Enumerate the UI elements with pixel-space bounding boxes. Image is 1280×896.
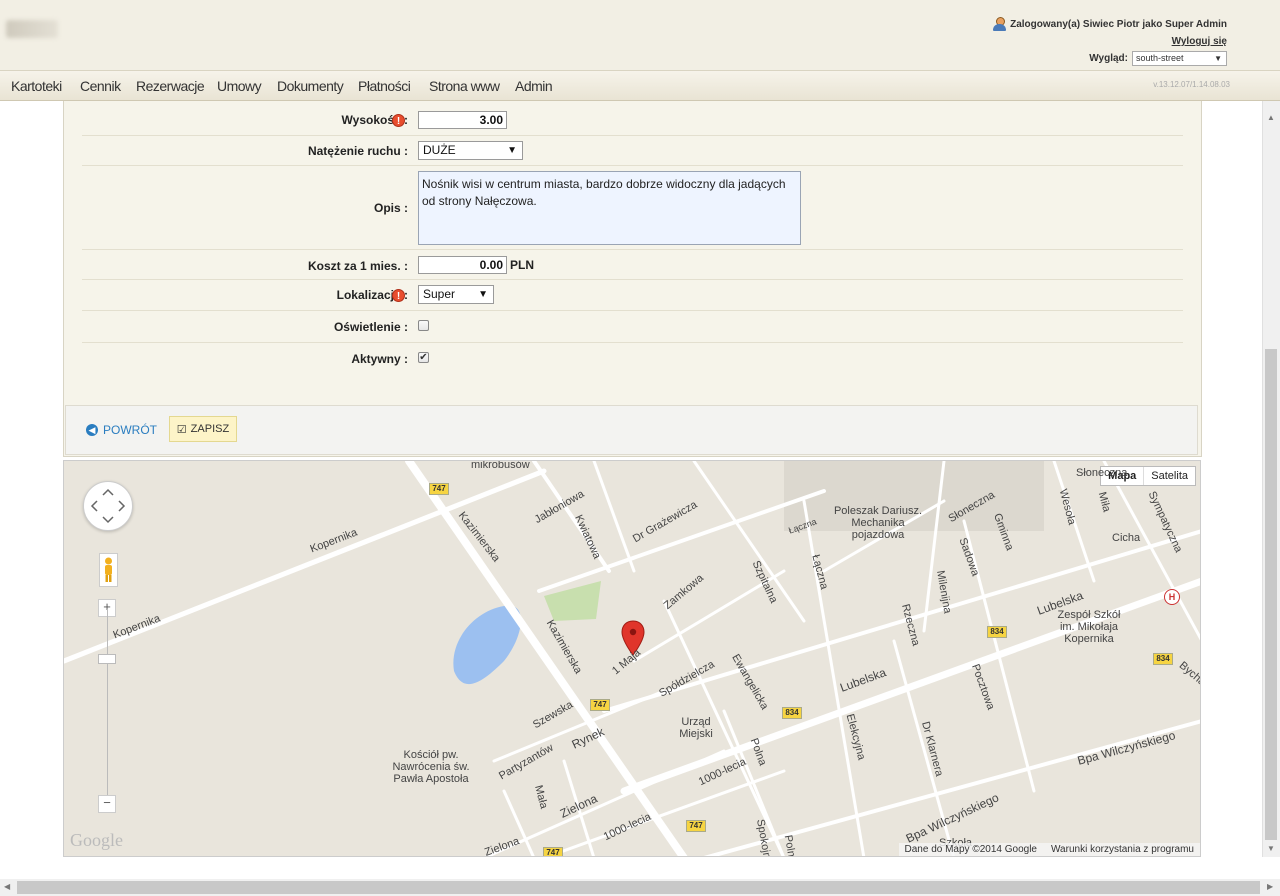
zoom-track — [107, 609, 108, 797]
road-shield: 747 — [590, 699, 610, 711]
active-checkbox[interactable]: ✔ — [418, 352, 429, 363]
form-panel: Wysokość : ! 3.00 Natężenie ruchu : DUŻE… — [63, 101, 1202, 457]
description-textarea[interactable]: Nośnik wisi w centrum miasta, bardzo dob… — [418, 171, 801, 245]
road-shield: 747 — [686, 820, 706, 832]
vertical-scroll-thumb[interactable] — [1265, 349, 1277, 840]
zoom-out-button[interactable]: − — [98, 795, 116, 813]
form-row-cost: Koszt za 1 mies. : 0.00 PLN — [82, 249, 1183, 280]
app-version: v.13.12.07/1.14.08.03 — [1153, 80, 1230, 89]
location-map[interactable]: Mapa Satelita + − H mikrobusów Kopernika… — [63, 460, 1201, 857]
road-shield: 834 — [1153, 653, 1173, 665]
map-label: Zespół Szkół im. Mikołaja Kopernika — [1057, 609, 1121, 645]
map-label: Cicha — [1112, 532, 1141, 544]
user-info: Zalogowany(a) Siwiec Piotr jako Super Ad… — [993, 17, 1227, 31]
cost-unit: PLN — [510, 258, 534, 272]
map-label: mikrobusów — [471, 460, 530, 471]
nav-item-umowy[interactable]: Umowy — [217, 78, 262, 94]
road-shield: 747 — [543, 847, 563, 856]
form-actions: ◀ POWRÓT ☑ ZAPISZ — [65, 405, 1198, 455]
scroll-up-icon[interactable]: ▲ — [1267, 113, 1275, 122]
lighting-checkbox[interactable] — [418, 320, 429, 331]
zoom-slider-handle[interactable] — [98, 654, 116, 664]
look-select[interactable]: south-street ▼ — [1132, 51, 1227, 66]
road-shield: 834 — [987, 626, 1007, 638]
vertical-scrollbar[interactable]: ▲ ▼ — [1262, 101, 1280, 857]
map-data-credit: Dane do Mapy ©2014 Google — [904, 844, 1037, 855]
cost-label: Koszt za 1 mies. : — [307, 259, 408, 273]
nav-item-cennik[interactable]: Cennik — [80, 78, 121, 94]
map-label: Poleszak Dariusz. Mechanika pojazdowa — [833, 505, 923, 541]
nav-item-dokumenty[interactable]: Dokumenty — [277, 78, 344, 94]
save-button-label: ZAPISZ — [190, 423, 230, 435]
app-header: Zalogowany(a) Siwiec Piotr jako Super Ad… — [0, 0, 1280, 71]
horizontal-scrollbar[interactable]: ◀ ▶ — [0, 879, 1280, 896]
save-button[interactable]: ☑ ZAPISZ — [169, 416, 237, 442]
active-label: Aktywny : — [351, 352, 408, 366]
google-logo: Google — [70, 830, 123, 850]
scroll-right-icon[interactable]: ▶ — [1267, 882, 1273, 891]
road-shield: 747 — [429, 483, 449, 495]
main-nav: Kartoteki Cennik Rezerwacje Umowy Dokume… — [0, 71, 1280, 101]
scroll-left-icon[interactable]: ◀ — [4, 882, 10, 891]
location-select[interactable]: Super ▼ — [418, 285, 494, 304]
nav-item-platnosci[interactable]: Płatności — [358, 78, 411, 94]
hospital-icon: H — [1164, 589, 1180, 605]
look-label: Wygląd: — [1089, 53, 1128, 64]
map-label: Urząd Miejski — [679, 716, 713, 740]
pegman-icon[interactable] — [99, 553, 118, 587]
form-row-location: Lokalizacja : ! Super ▼ — [82, 279, 1183, 311]
nav-item-admin[interactable]: Admin — [515, 78, 553, 94]
lighting-label: Oświetlenie : — [333, 320, 408, 334]
nav-item-strona-www[interactable]: Strona www — [429, 78, 500, 94]
nav-item-kartoteki[interactable]: Kartoteki — [11, 78, 62, 94]
form-row-active: Aktywny : ✔ — [82, 342, 1183, 376]
horizontal-scroll-thumb[interactable] — [17, 881, 1260, 894]
user-icon — [993, 17, 1007, 31]
chevron-down-icon: ▼ — [507, 145, 517, 156]
map-label: Słoneczna — [1076, 467, 1128, 479]
logout-link[interactable]: Wyloguj się — [1172, 36, 1227, 47]
pan-control-icon[interactable] — [83, 481, 133, 531]
chevron-down-icon: ▼ — [478, 289, 488, 300]
map-type-satellite[interactable]: Satelita — [1144, 467, 1195, 485]
form-row-height: Wysokość : ! 3.00 — [82, 101, 1183, 136]
nav-item-rezerwacje[interactable]: Rezerwacje — [136, 78, 205, 94]
road-shield: 834 — [782, 707, 802, 719]
height-input[interactable]: 3.00 — [418, 111, 507, 129]
form-row-traffic: Natężenie ruchu : DUŻE ▼ — [82, 135, 1183, 166]
form-row-lighting: Oświetlenie : — [82, 310, 1183, 343]
back-button-label: POWRÓT — [103, 423, 157, 437]
form-row-description: Opis : Nośnik wisi w centrum miasta, bar… — [82, 165, 1183, 250]
warning-icon: ! — [392, 289, 405, 302]
traffic-label: Natężenie ruchu : — [307, 144, 408, 158]
map-attribution: Dane do Mapy ©2014 Google Warunki korzys… — [898, 843, 1200, 856]
map-terms-link[interactable]: Warunki korzystania z programu — [1051, 844, 1194, 855]
check-icon: ☑ — [176, 423, 187, 436]
app-logo[interactable] — [6, 20, 58, 38]
description-label: Opis : — [373, 201, 408, 215]
traffic-select[interactable]: DUŻE ▼ — [418, 141, 523, 160]
user-text: Zalogowany(a) Siwiec Piotr jako Super Ad… — [1010, 18, 1227, 30]
look-selector: Wygląd: south-street ▼ — [1089, 51, 1227, 66]
back-arrow-icon: ◀ — [86, 424, 98, 436]
warning-icon: ! — [392, 114, 405, 127]
chevron-down-icon: ▼ — [1214, 54, 1222, 63]
map-label: Kościół pw. Nawrócenia św. Pawła Apostoł… — [392, 749, 470, 785]
scroll-down-icon[interactable]: ▼ — [1267, 844, 1275, 853]
cost-input[interactable]: 0.00 — [418, 256, 507, 274]
back-button[interactable]: ◀ POWRÓT — [86, 423, 157, 437]
